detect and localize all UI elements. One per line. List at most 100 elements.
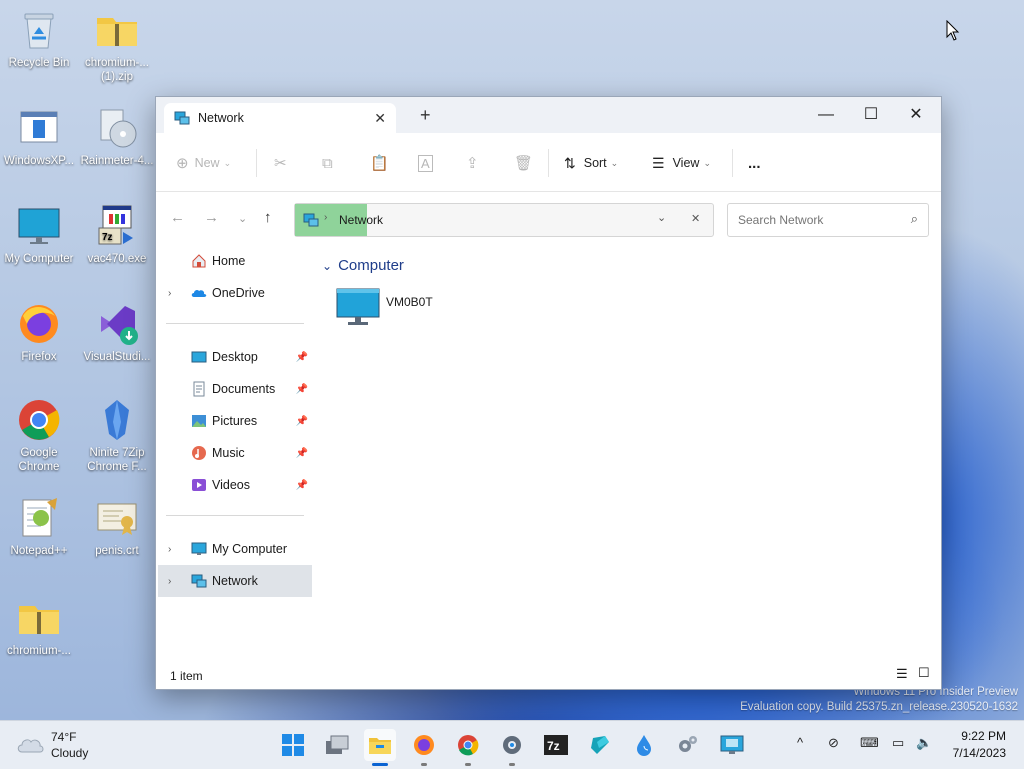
nav-item-home[interactable]: Home [158, 245, 312, 277]
taskbar-file-explorer[interactable] [364, 729, 396, 766]
sort-button[interactable]: ⇅ Sort ⌄ [564, 151, 618, 175]
maximize-button[interactable]: ☐ [849, 101, 893, 129]
desktop-icon-firefox[interactable]: Firefox [0, 302, 78, 364]
nav-item-my-computer[interactable]: › My Computer [158, 533, 312, 565]
nav-item-desktop[interactable]: Desktop 📌 [158, 341, 312, 373]
desktop-icon-ninite[interactable]: Ninite 7Zip Chrome F... [78, 398, 156, 474]
expand-chevron-icon[interactable]: › [168, 544, 171, 555]
desktop-icon-notepadpp[interactable]: Notepad++ [0, 496, 78, 558]
pictures-icon [192, 415, 206, 427]
desktop-icon-label: My Computer [4, 253, 74, 265]
taskbar-remote-desktop[interactable] [716, 729, 748, 761]
share-button[interactable]: ⇪ [466, 151, 479, 175]
volume-icon[interactable]: 🔈 [916, 735, 932, 751]
details-view-icon[interactable]: ☰ [896, 666, 908, 682]
nav-item-videos[interactable]: Videos 📌 [158, 469, 312, 501]
desktop-icon-visualstudio[interactable]: VisualStudi... [78, 302, 156, 364]
network-computer-name: VM0B0T [386, 295, 433, 309]
recent-locations-chevron-icon[interactable]: ⌄ [238, 212, 247, 225]
desktop-icon-chromium-zip-2[interactable]: chromium-... [0, 596, 78, 658]
tiles-view-icon[interactable]: ☐ [918, 665, 930, 681]
task-view-button[interactable] [321, 729, 353, 761]
new-tab-button[interactable]: + [420, 105, 431, 126]
title-bar[interactable]: Network ✕ + — ☐ ✕ [156, 97, 941, 133]
desktop-icon-chromium-zip[interactable]: chromium-... (1).zip [78, 8, 156, 84]
pin-icon[interactable]: 📌 [296, 384, 308, 395]
copy-button[interactable]: ⧉ [322, 151, 333, 175]
breadcrumb-network[interactable]: Network [339, 213, 383, 227]
file-list-pane[interactable]: ⌄ Computer VM0B0T [314, 245, 941, 660]
network-disconnected-icon[interactable]: ⊘ [828, 735, 839, 751]
pin-icon[interactable]: 📌 [296, 480, 308, 491]
collapse-chevron-icon[interactable]: ⌄ [322, 259, 332, 273]
clear-address-icon[interactable]: ✕ [691, 212, 700, 225]
pin-icon[interactable]: 📌 [296, 416, 308, 427]
up-arrow-icon[interactable]: ↑ [264, 209, 272, 226]
pin-icon[interactable]: 📌 [296, 448, 308, 459]
address-history-chevron-icon[interactable]: ⌄ [657, 211, 666, 224]
paste-button[interactable]: 📋 [370, 151, 389, 175]
desktop-icon-rainmeter[interactable]: Rainmeter-4... [78, 106, 156, 168]
nav-label: Home [212, 254, 246, 268]
back-arrow-icon[interactable]: ← [170, 209, 185, 226]
desktop-icon-vac470[interactable]: 7z vac470.exe [78, 204, 156, 266]
desktop-icon-recycle-bin[interactable]: Recycle Bin [0, 8, 78, 70]
view-button-label: View [672, 156, 700, 170]
nav-item-network[interactable]: › Network [158, 565, 312, 597]
close-tab-icon[interactable]: ✕ [374, 110, 386, 127]
expand-chevron-icon[interactable]: › [168, 288, 171, 299]
show-hidden-icons-chevron-icon[interactable]: ^ [797, 735, 803, 750]
taskbar-7zip[interactable]: 7z [540, 729, 572, 761]
network-computer-item[interactable]: VM0B0T [336, 287, 496, 331]
address-bar[interactable]: › Network ⌄ ✕ [294, 203, 714, 237]
weather-widget[interactable]: 74°F Cloudy [16, 730, 136, 762]
close-window-button[interactable]: ✕ [894, 101, 938, 129]
svg-text:7z: 7z [102, 232, 113, 243]
toolbar-divider [732, 149, 733, 177]
window-app-icon [17, 106, 61, 150]
cube-app-icon [591, 736, 609, 754]
pin-icon[interactable]: 📌 [296, 352, 308, 363]
clipboard-icon: 📋 [370, 155, 389, 172]
taskbar-control-panel[interactable] [672, 729, 704, 761]
nav-label: Music [212, 446, 245, 460]
view-button[interactable]: ☰ View ⌄ [652, 151, 711, 175]
start-button[interactable] [277, 729, 309, 761]
expand-chevron-icon[interactable]: › [168, 576, 171, 587]
keyboard-icon[interactable]: ⌨ [860, 735, 879, 751]
tab-network[interactable]: Network ✕ [164, 103, 396, 133]
watermark-line2: Evaluation copy. Build 25375.zn_release.… [740, 701, 1018, 713]
more-options-button[interactable]: ... [748, 151, 761, 175]
nav-item-music[interactable]: Music 📌 [158, 437, 312, 469]
desktop-icon-penis-crt[interactable]: penis.crt [78, 496, 156, 558]
search-input[interactable] [736, 212, 900, 228]
system-clock[interactable]: 9:22 PM 7/14/2023 [953, 728, 1006, 762]
rename-button[interactable]: A [418, 151, 433, 175]
group-header-computer[interactable]: ⌄ Computer [322, 257, 404, 274]
nav-label: Desktop [212, 350, 258, 364]
forward-arrow-icon[interactable]: → [204, 209, 219, 226]
clock-date: 7/14/2023 [952, 746, 1006, 760]
view-list-icon: ☰ [652, 154, 665, 171]
cut-button[interactable]: ✂ [274, 151, 287, 175]
taskbar-chrome[interactable] [452, 729, 484, 766]
minimize-button[interactable]: — [804, 101, 848, 129]
nav-item-onedrive[interactable]: › OneDrive [158, 277, 312, 309]
delete-button[interactable]: 🗑 [514, 151, 533, 175]
computer-monitor-icon [336, 288, 380, 325]
taskbar-settings[interactable] [496, 729, 528, 766]
taskbar-droplet-app[interactable] [628, 729, 660, 761]
desktop-icon-my-computer[interactable]: My Computer [0, 204, 78, 266]
taskbar-hyperv-manager[interactable] [584, 729, 616, 761]
desktop-icon-label: Ninite 7Zip Chrome F... [87, 447, 147, 473]
search-box[interactable]: ⌕ [727, 203, 929, 237]
weather-description: Cloudy [51, 746, 89, 760]
desktop-icon-windowsxp[interactable]: WindowsXP... [0, 106, 78, 168]
taskbar-firefox[interactable] [408, 729, 440, 766]
new-button[interactable]: ⊕ New ⌄ [176, 151, 231, 175]
desktop-icon-google-chrome[interactable]: Google Chrome [0, 398, 78, 474]
nav-item-pictures[interactable]: Pictures 📌 [158, 405, 312, 437]
file-explorer-window[interactable]: Network ✕ + — ☐ ✕ ⊕ New ⌄ ✂ ⧉ 📋 A ⇪ 🗑 ⇅ … [155, 96, 942, 690]
nav-item-documents[interactable]: Documents 📌 [158, 373, 312, 405]
display-network-icon[interactable]: ▭ [892, 735, 904, 751]
